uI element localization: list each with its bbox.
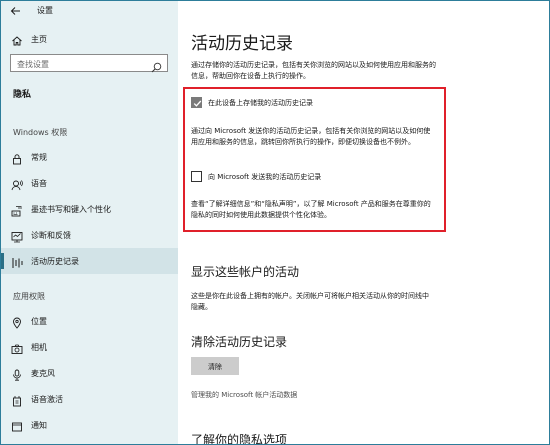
sidebar-item-camera[interactable]: 相机 [1, 334, 178, 360]
sidebar-item-label: 通知 [31, 421, 47, 430]
checkmark-icon [193, 100, 202, 107]
category-heading: 隐私 [13, 90, 32, 100]
sidebar-item-inking-typing[interactable]: 墨迹书写和键入个性化 [1, 196, 178, 222]
sidebar-item-general[interactable]: 常规 [1, 144, 178, 170]
store-history-label: 在此设备上存储我的活动历史记录 [208, 99, 313, 107]
store-history-checkbox-row[interactable]: 在此设备上存储我的活动历史记录 [191, 96, 431, 110]
sidebar-item-activity-history[interactable]: 活动历史记录 [1, 248, 178, 274]
sidebar-item-label: 语音 [31, 179, 47, 188]
sidebar-item-label: 活动历史记录 [31, 257, 79, 266]
send-history-label: 向 Microsoft 发送我的活动历史记录 [208, 173, 322, 181]
sidebar-item-label: 位置 [31, 317, 47, 326]
diagnostics-icon [11, 228, 23, 243]
sidebar-item-speech[interactable]: 语音 [1, 170, 178, 196]
accounts-description: 这些是你在此设备上拥有的帐户。关闭帐户可将帐户相关活动从你的时间线中隐藏。 [191, 292, 429, 311]
send-history-checkbox[interactable] [191, 171, 202, 182]
window-title: 设置 [37, 6, 53, 15]
accounts-heading: 显示这些帐户的活动 [191, 265, 300, 279]
intro-text: 通过存储你的活动历史记录，包括有关你浏览的网站以及如何使用应用和服务的信息，帮助… [191, 61, 436, 80]
camera-icon [11, 340, 23, 354]
notification-icon [11, 418, 23, 432]
privacy-options-heading: 了解你的隐私选项 [191, 433, 288, 445]
voice-activation-icon [11, 392, 23, 407]
clear-history-heading: 清除活动历史记录 [191, 335, 288, 349]
sidebar-item-voice-activation[interactable]: 语音激活 [1, 386, 178, 412]
store-history-checkbox[interactable] [191, 97, 202, 108]
sidebar-item-microphone[interactable]: 麦克风 [1, 360, 178, 386]
sidebar: 主页 查找设置 隐私 Windows 权限 常规 语音 墨迹书写和键入个性化 诊… [1, 21, 178, 444]
sidebar-item-label: 主页 [31, 35, 47, 44]
sidebar-item-label: 诊断和反馈 [31, 231, 71, 240]
speech-icon [11, 176, 23, 191]
sidebar-item-diagnostics[interactable]: 诊断和反馈 [1, 222, 178, 248]
send-history-checkbox-row[interactable]: 向 Microsoft 发送我的活动历史记录 [191, 170, 431, 184]
main-content: 活动历史记录 通过存储你的活动历史记录，包括有关你浏览的网站以及如何使用应用和服… [178, 1, 549, 444]
search-icon [151, 58, 162, 73]
sidebar-item-location[interactable]: 位置 [1, 308, 178, 334]
activity-history-icon [11, 254, 23, 268]
page-title: 活动历史记录 [191, 34, 293, 54]
pen-keyboard-icon [11, 202, 23, 217]
home-icon [11, 32, 23, 46]
store-history-description: 通过向 Microsoft 发送你的活动历史记录，包括有关你浏览的网站以及如何使… [191, 127, 431, 146]
search-placeholder: 查找设置 [17, 60, 49, 69]
settings-window: 设置 主页 查找设置 隐私 Windows 权限 常规 语音 墨迹书写和键入个性… [0, 0, 550, 445]
section-heading-apps: 应用权限 [13, 292, 45, 301]
sidebar-item-home[interactable]: 主页 [1, 26, 178, 52]
sidebar-item-label: 语音激活 [31, 395, 63, 404]
sidebar-item-label: 麦克风 [31, 369, 55, 378]
location-icon [11, 314, 23, 329]
search-input[interactable]: 查找设置 [10, 54, 168, 73]
lock-icon [11, 150, 23, 165]
sidebar-item-notifications[interactable]: 通知 [1, 412, 178, 438]
section-heading-windows: Windows 权限 [13, 128, 68, 137]
sidebar-item-label: 墨迹书写和键入个性化 [31, 205, 111, 214]
microphone-icon [11, 366, 23, 381]
sidebar-item-label: 常规 [31, 153, 47, 162]
send-history-description: 查看“了解详细信息”和“隐私声明”，以了解 Microsoft 产品和服务在尊重… [191, 200, 431, 219]
manage-activity-link[interactable]: 管理我的 Microsoft 帐户活动数据 [191, 390, 297, 400]
sidebar-item-label: 相机 [31, 343, 47, 352]
clear-button[interactable]: 清除 [191, 357, 239, 375]
back-arrow-icon[interactable] [7, 2, 25, 20]
